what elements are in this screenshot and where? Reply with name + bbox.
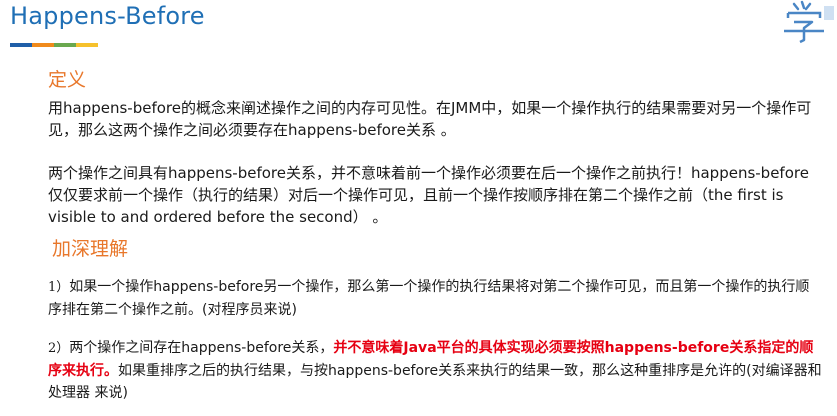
stripe-segment	[32, 43, 54, 47]
xuexi-logo-icon	[784, 0, 834, 44]
understanding-item-2: 2）两个操作之间存在happens-before关系，并不意味着Java平台的具…	[48, 337, 823, 404]
slide-title: Happens-Before	[10, 2, 205, 30]
item-text: 如果一个操作happens-before另一个操作，那么第一个操作的执行结果将对…	[48, 279, 810, 318]
definition-paragraph-1: 用happens-before的概念来阐述操作之间的内存可见性。在JMM中，如果…	[48, 99, 812, 139]
understanding-item-1: 1）如果一个操作happens-before另一个操作，那么第一个操作的执行结果…	[48, 276, 823, 321]
section-heading-deeper-understanding: 加深理解	[52, 238, 129, 260]
item-text: 如果重排序之后的执行结果，与按happens-before关系来执行的结果一致，…	[48, 363, 822, 401]
section-heading-definition: 定义	[48, 69, 87, 91]
stripe-segment	[76, 43, 98, 47]
definition-paragraph-2: 两个操作之间具有happens-before关系，并不意味着前一个操作必须要在后…	[48, 164, 809, 226]
item-text: 两个操作之间存在happens-before关系，	[69, 340, 334, 356]
item-number: 2）	[48, 341, 70, 356]
stripe-segment	[10, 43, 32, 47]
stripe-segment	[54, 43, 76, 47]
item-number: 1）	[48, 280, 70, 295]
